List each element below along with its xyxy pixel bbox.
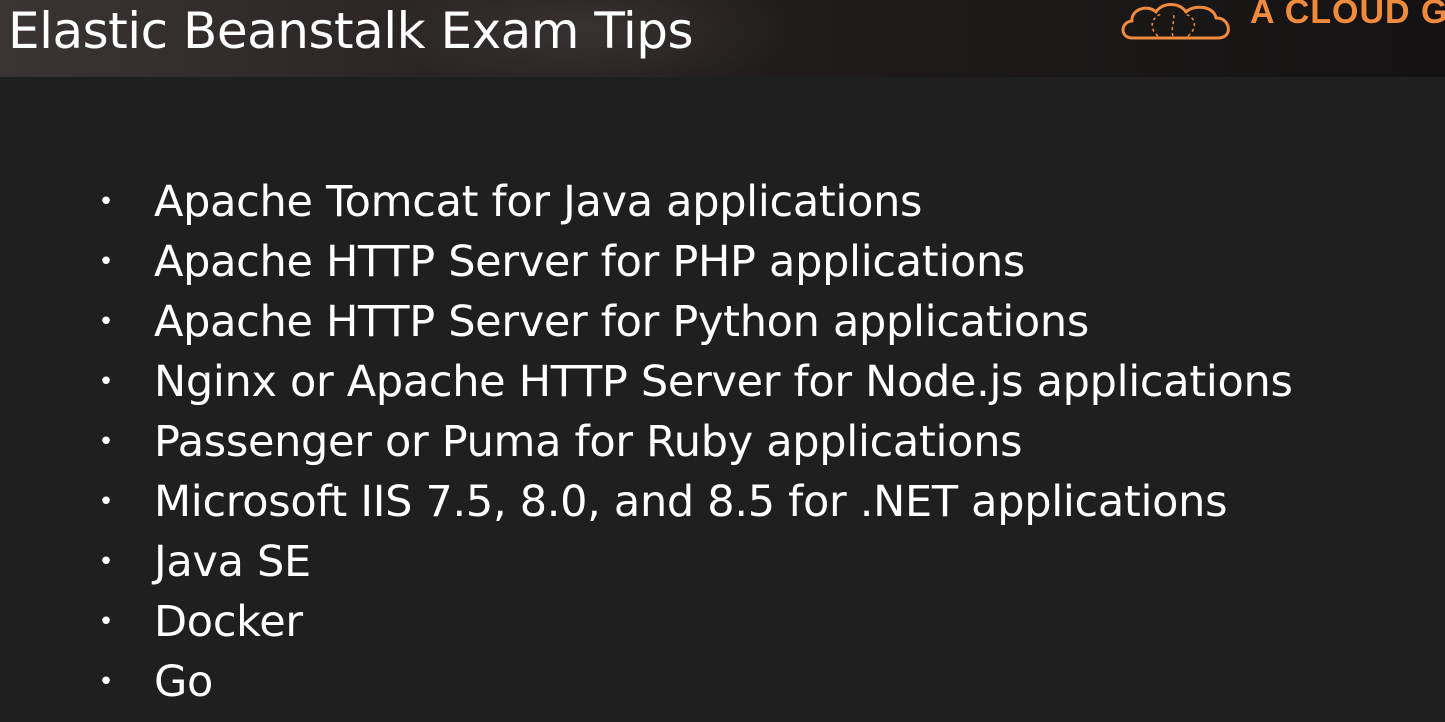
slide-header: Elastic Beanstalk Exam Tips A CLOUD G	[0, 0, 1445, 77]
slide: Elastic Beanstalk Exam Tips A CLOUD G • …	[0, 0, 1445, 722]
bullet-dot: •	[98, 547, 114, 577]
bullet-text: Passenger or Puma for Ruby applications	[154, 417, 1023, 467]
bullet-text: Apache HTTP Server for Python applicatio…	[154, 297, 1089, 347]
bullet-dot: •	[98, 427, 114, 457]
bullet-text: Docker	[154, 597, 303, 647]
cloud-logo-icon	[1121, 3, 1230, 40]
bullet-text: Nginx or Apache HTTP Server for Node.js …	[154, 357, 1293, 407]
bullet-dot: •	[98, 667, 114, 697]
bullet-dot: •	[98, 247, 114, 277]
bullet-dot: •	[98, 607, 114, 637]
bullet-text: Apache HTTP Server for PHP applications	[154, 237, 1026, 287]
bullet-dot: •	[98, 367, 114, 397]
slide-title: Elastic Beanstalk Exam Tips	[8, 2, 694, 60]
brand-logo: A CLOUD G	[1118, 0, 1445, 44]
bullet-dot: •	[98, 487, 114, 517]
bullet-dot: •	[98, 187, 114, 217]
bullet-text: Java SE	[154, 537, 311, 587]
bullet-text: Go	[154, 657, 214, 707]
bullet-text: Microsoft IIS 7.5, 8.0, and 8.5 for .NET…	[154, 477, 1228, 527]
bullet-text: Apache Tomcat for Java applications	[154, 177, 923, 227]
brand-logo-text: A CLOUD G	[1250, 0, 1445, 31]
bullet-dot: •	[98, 307, 114, 337]
